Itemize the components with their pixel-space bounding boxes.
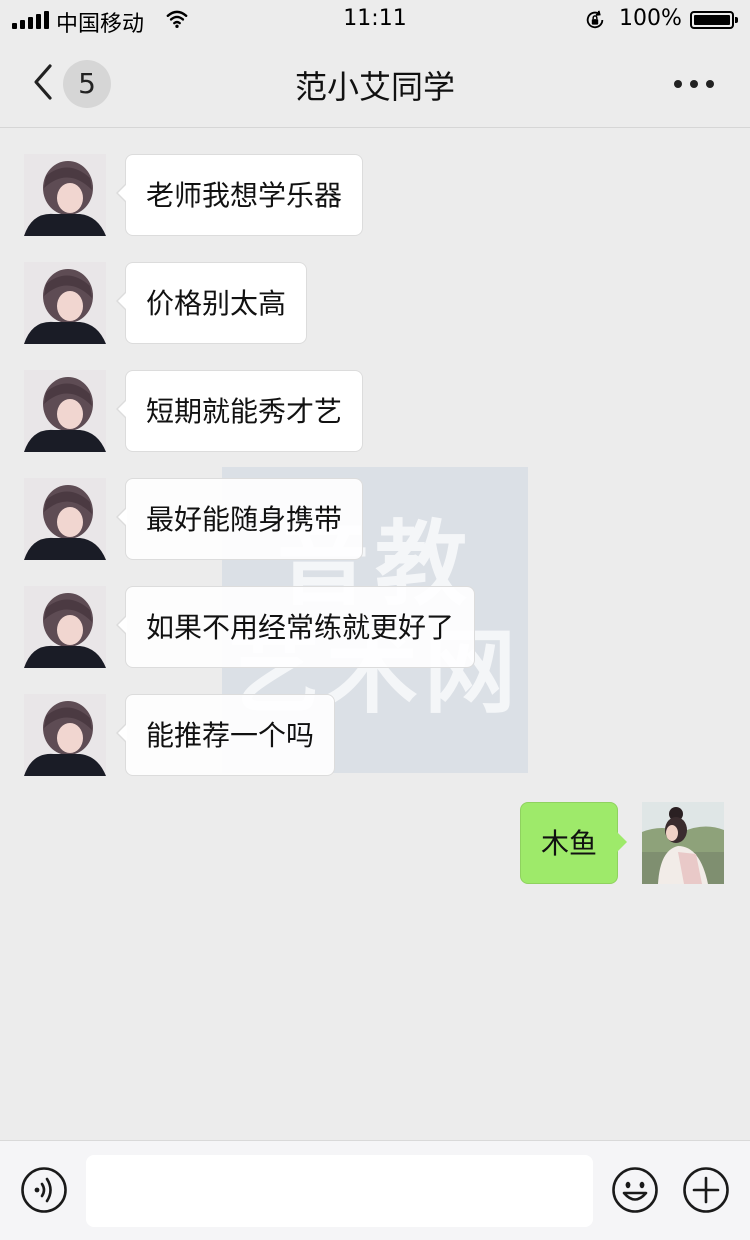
battery-icon <box>690 11 738 29</box>
contact-avatar[interactable] <box>24 262 106 344</box>
chat-header: 5 范小艾同学 <box>0 40 750 128</box>
message-bubble[interactable]: 如果不用经常练就更好了 <box>115 586 476 668</box>
plus-icon[interactable] <box>682 1166 730 1214</box>
message-row: 如果不用经常练就更好了 <box>0 586 750 670</box>
message-row: 老师我想学乐器 <box>0 154 750 238</box>
contact-avatar[interactable] <box>24 694 106 776</box>
my-message-bubble[interactable]: 木鱼 <box>519 802 628 884</box>
rotation-lock-icon <box>586 10 604 29</box>
message-row: 最好能随身携带 <box>0 478 750 562</box>
message-bubble[interactable]: 价格别太高 <box>115 262 308 344</box>
emoji-icon[interactable] <box>611 1166 659 1214</box>
message-bubble[interactable]: 最好能随身携带 <box>115 478 364 560</box>
voice-input-icon[interactable] <box>20 1166 68 1214</box>
contact-avatar[interactable] <box>24 154 106 236</box>
chat-title: 范小艾同学 <box>294 68 455 106</box>
message-row: 短期就能秀才艺 <box>0 370 750 454</box>
message-bubble[interactable]: 老师我想学乐器 <box>115 154 364 236</box>
my-avatar[interactable] <box>642 802 724 884</box>
message-row: 能推荐一个吗 <box>0 694 750 778</box>
input-bar <box>0 1140 750 1240</box>
contact-avatar[interactable] <box>24 370 106 452</box>
status-bar: 中国移动 11:11 100% <box>0 0 750 40</box>
message-bubble[interactable]: 能推荐一个吗 <box>115 694 336 776</box>
message-input[interactable] <box>86 1155 593 1227</box>
more-options-icon[interactable] <box>672 78 716 90</box>
message-row: 价格别太高 <box>0 262 750 346</box>
battery-percent: 100% <box>619 6 682 31</box>
chat-screen: 中国移动 11:11 100% 5 范小艾同学 老师我想学乐器 价格别太高 短期… <box>0 0 750 1240</box>
message-row: 木鱼 <box>0 802 750 886</box>
message-bubble[interactable]: 短期就能秀才艺 <box>115 370 364 452</box>
contact-avatar[interactable] <box>24 586 106 668</box>
contact-avatar[interactable] <box>24 478 106 560</box>
